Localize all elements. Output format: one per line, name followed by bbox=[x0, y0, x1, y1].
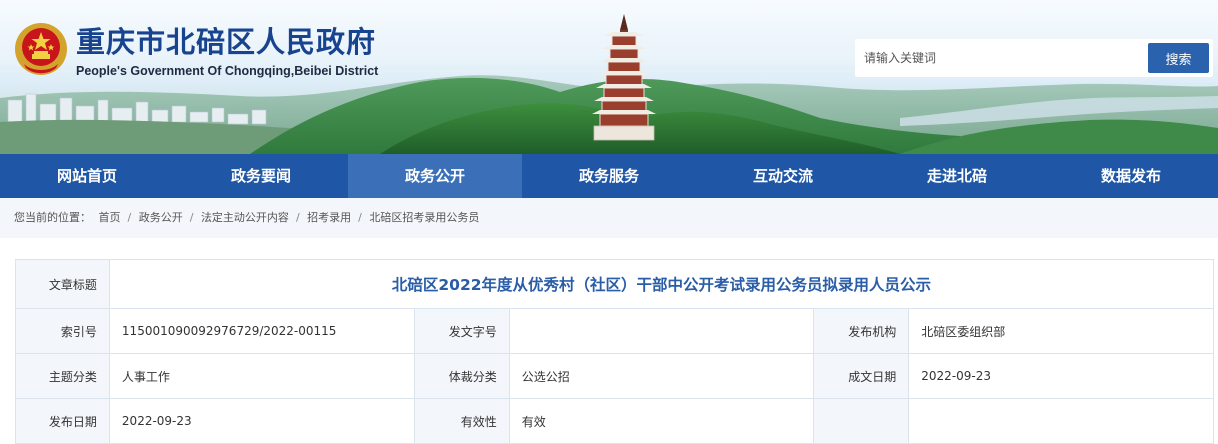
breadcrumb-separator: / bbox=[127, 211, 132, 224]
breadcrumb-separator: / bbox=[358, 211, 362, 224]
nav-item-data-release[interactable]: 数据发布 bbox=[1044, 154, 1218, 198]
topic-category-label: 主题分类 bbox=[15, 353, 110, 399]
topic-category-value: 人事工作 bbox=[108, 353, 415, 399]
index-number-label: 索引号 bbox=[15, 308, 110, 354]
nav-item-gov-affairs-public[interactable]: 政务公开 bbox=[348, 154, 522, 198]
index-number-value: 115001090092976729/2022-00115 bbox=[108, 308, 415, 354]
document-number-label: 发文字号 bbox=[413, 308, 510, 354]
search-button[interactable]: 搜索 bbox=[1148, 43, 1209, 73]
empty-label-cell bbox=[813, 398, 910, 444]
main-nav: 网站首页 政务要闻 政务公开 政务服务 互动交流 走进北碚 数据发布 bbox=[0, 154, 1218, 198]
breadcrumb-prefix: 您当前的位置： bbox=[14, 211, 91, 224]
breadcrumb-link-recruitment[interactable]: 招考录用 bbox=[307, 211, 351, 224]
breadcrumb-link-home[interactable]: 首页 bbox=[99, 211, 121, 224]
table-row: 发布日期 2022-09-23 有效性 有效 bbox=[15, 398, 1214, 444]
site-title[interactable]: 重庆市北碚区人民政府 bbox=[76, 25, 376, 59]
breadcrumb: 您当前的位置： 首页 / 政务公开 / 法定主动公开内容 / 招考录用 / 北碚区招考录… bbox=[0, 198, 1218, 238]
publish-date-value: 2022-09-23 bbox=[108, 398, 415, 444]
nav-item-about-beibei[interactable]: 走进北碚 bbox=[870, 154, 1044, 198]
table-row: 文章标题 北碚区2022年度从优秀村（社区）干部中公开考试录用公务员拟录用人员公… bbox=[15, 259, 1215, 309]
written-date-label: 成文日期 bbox=[813, 353, 910, 399]
written-date-value: 2022-09-23 bbox=[908, 353, 1214, 399]
national-emblem-icon bbox=[15, 23, 67, 75]
table-row: 主题分类 人事工作 体裁分类 公选公招 成文日期 2022-09-23 bbox=[15, 353, 1214, 399]
article-title-label: 文章标题 bbox=[15, 259, 110, 309]
document-number-value bbox=[508, 308, 815, 354]
breadcrumb-link-statutory-content[interactable]: 法定主动公开内容 bbox=[201, 211, 289, 224]
article-info-table: 文章标题 北碚区2022年度从优秀村（社区）干部中公开考试录用公务员拟录用人员公… bbox=[15, 259, 1215, 444]
issuing-agency-label: 发布机构 bbox=[813, 308, 910, 354]
empty-value-cell bbox=[908, 398, 1214, 444]
genre-category-value: 公选公招 bbox=[508, 353, 815, 399]
breadcrumb-separator: / bbox=[189, 211, 194, 224]
validity-label: 有效性 bbox=[413, 398, 510, 444]
nav-item-home[interactable]: 网站首页 bbox=[0, 154, 174, 198]
search-box: 搜索 bbox=[855, 39, 1213, 77]
site-subtitle: People's Government Of Chongqing,Beibei … bbox=[76, 64, 379, 78]
header-banner: 重庆市北碚区人民政府 People's Government Of Chongq… bbox=[0, 0, 1218, 154]
search-input[interactable] bbox=[855, 39, 1145, 77]
nav-item-gov-services[interactable]: 政务服务 bbox=[522, 154, 696, 198]
validity-value: 有效 bbox=[508, 398, 815, 444]
genre-category-label: 体裁分类 bbox=[413, 353, 510, 399]
pagoda-illustration bbox=[592, 14, 656, 141]
table-row: 索引号 115001090092976729/2022-00115 发文字号 发… bbox=[15, 308, 1214, 354]
nav-item-interaction[interactable]: 互动交流 bbox=[696, 154, 870, 198]
article-title: 北碚区2022年度从优秀村（社区）干部中公开考试录用公务员拟录用人员公示 bbox=[108, 259, 1215, 309]
breadcrumb-link-civil-servant-recruitment[interactable]: 北碚区招考录用公务员 bbox=[369, 211, 479, 224]
breadcrumb-link-gov-affairs-public[interactable]: 政务公开 bbox=[139, 211, 183, 224]
breadcrumb-separator: / bbox=[295, 211, 300, 224]
nav-item-news[interactable]: 政务要闻 bbox=[174, 154, 348, 198]
publish-date-label: 发布日期 bbox=[15, 398, 110, 444]
issuing-agency-value: 北碚区委组织部 bbox=[908, 308, 1214, 354]
